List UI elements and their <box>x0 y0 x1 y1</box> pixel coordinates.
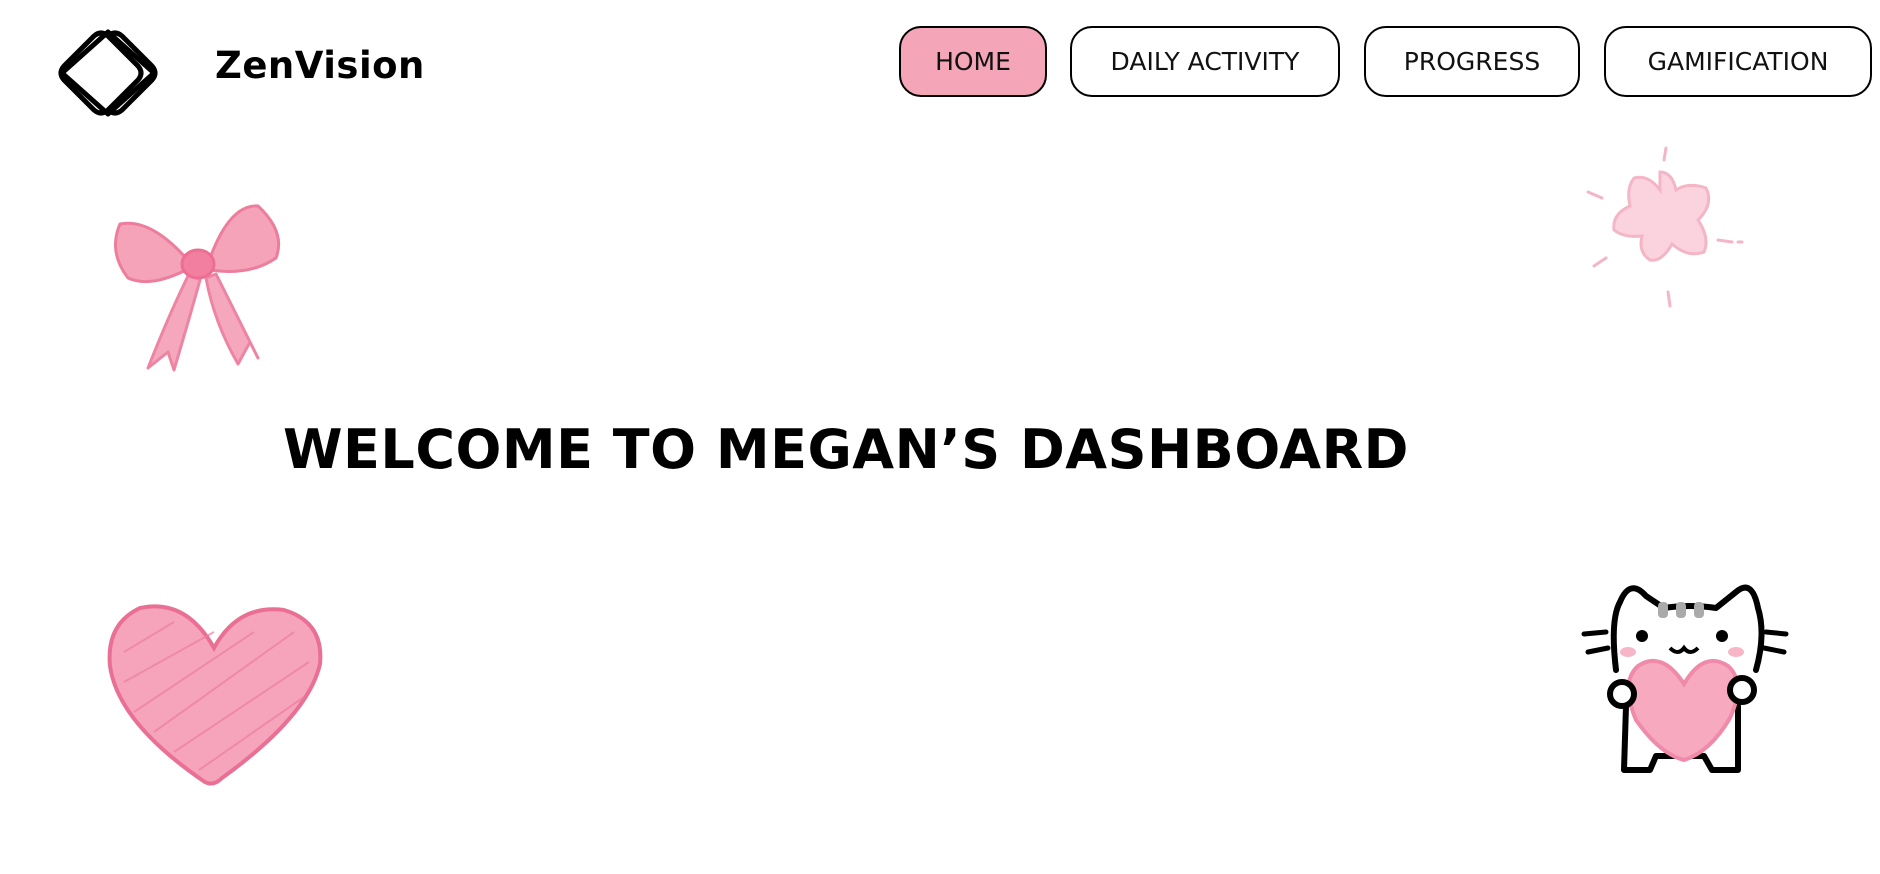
main-nav: HOME DAILY ACTIVITY PROGRESS GAMIFICATIO… <box>0 26 1880 101</box>
nav-daily-activity-button[interactable]: DAILY ACTIVITY <box>1070 26 1340 97</box>
nav-progress-button[interactable]: PROGRESS <box>1364 26 1580 97</box>
dashboard-page: ZenVision HOME DAILY ACTIVITY PROGRESS G… <box>0 0 1880 874</box>
nav-home-button[interactable]: HOME <box>899 26 1047 97</box>
pink-star-icon <box>1572 142 1750 326</box>
nav-gamification-button[interactable]: GAMIFICATION <box>1604 26 1872 97</box>
pink-bow-icon <box>110 192 286 378</box>
cat-holding-heart-icon <box>1580 574 1790 780</box>
pink-heart-icon <box>104 592 326 790</box>
welcome-heading: WELCOME TO MEGAN’S DASHBOARD <box>282 418 1409 481</box>
page-title: WELCOME TO MEGAN’S DASHBOARD <box>0 418 1880 481</box>
